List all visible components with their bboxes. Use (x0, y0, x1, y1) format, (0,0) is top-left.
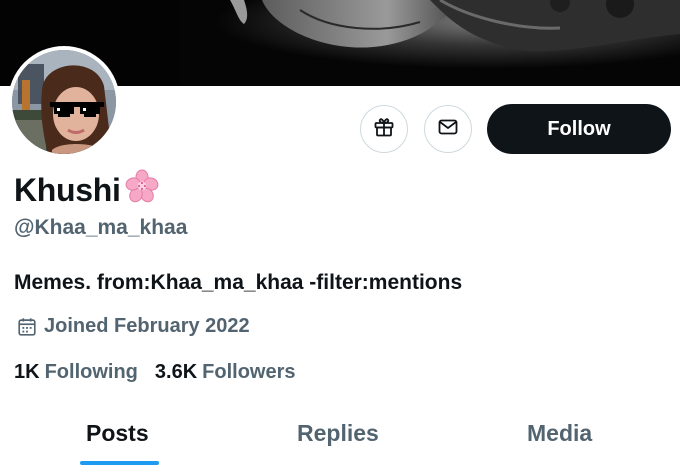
follow-button-label: Follow (547, 117, 611, 140)
profile-bio: Memes. from:Khaa_ma_khaa -filter:mention… (14, 271, 463, 294)
joined-date: Joined February 2022 (16, 315, 250, 338)
tab-media[interactable]: Media (527, 420, 592, 447)
following-label: Following (44, 361, 138, 383)
active-tab-indicator (80, 461, 159, 465)
profile-page: Follow Khushi @Khaa_ma_khaa Memes. from:… (0, 0, 680, 465)
message-button[interactable] (424, 105, 472, 153)
gift-icon (372, 115, 396, 144)
display-name-text: Khushi (14, 171, 121, 208)
tab-posts[interactable]: Posts (86, 420, 149, 447)
avatar-image (12, 50, 116, 154)
following-link[interactable]: 1K Following (14, 361, 138, 384)
display-name: Khushi (14, 168, 160, 212)
follow-stats: 1K Following 3.6K Followers (14, 361, 296, 384)
profile-tabs: Posts Replies Media (0, 408, 680, 465)
calendar-icon (16, 316, 38, 338)
envelope-icon (436, 115, 460, 144)
joined-date-text: Joined February 2022 (44, 315, 250, 337)
followers-count: 3.6K (154, 361, 198, 383)
followers-link[interactable]: 3.6K Followers (155, 361, 296, 384)
cherry-blossom-emoji-icon (124, 168, 160, 212)
follow-button[interactable]: Follow (487, 104, 671, 154)
following-count: 1K (14, 361, 40, 383)
user-handle: @Khaa_ma_khaa (14, 216, 188, 239)
avatar[interactable] (8, 46, 120, 158)
tab-replies[interactable]: Replies (297, 420, 379, 447)
gift-button[interactable] (360, 105, 408, 153)
followers-label: Followers (202, 361, 296, 383)
